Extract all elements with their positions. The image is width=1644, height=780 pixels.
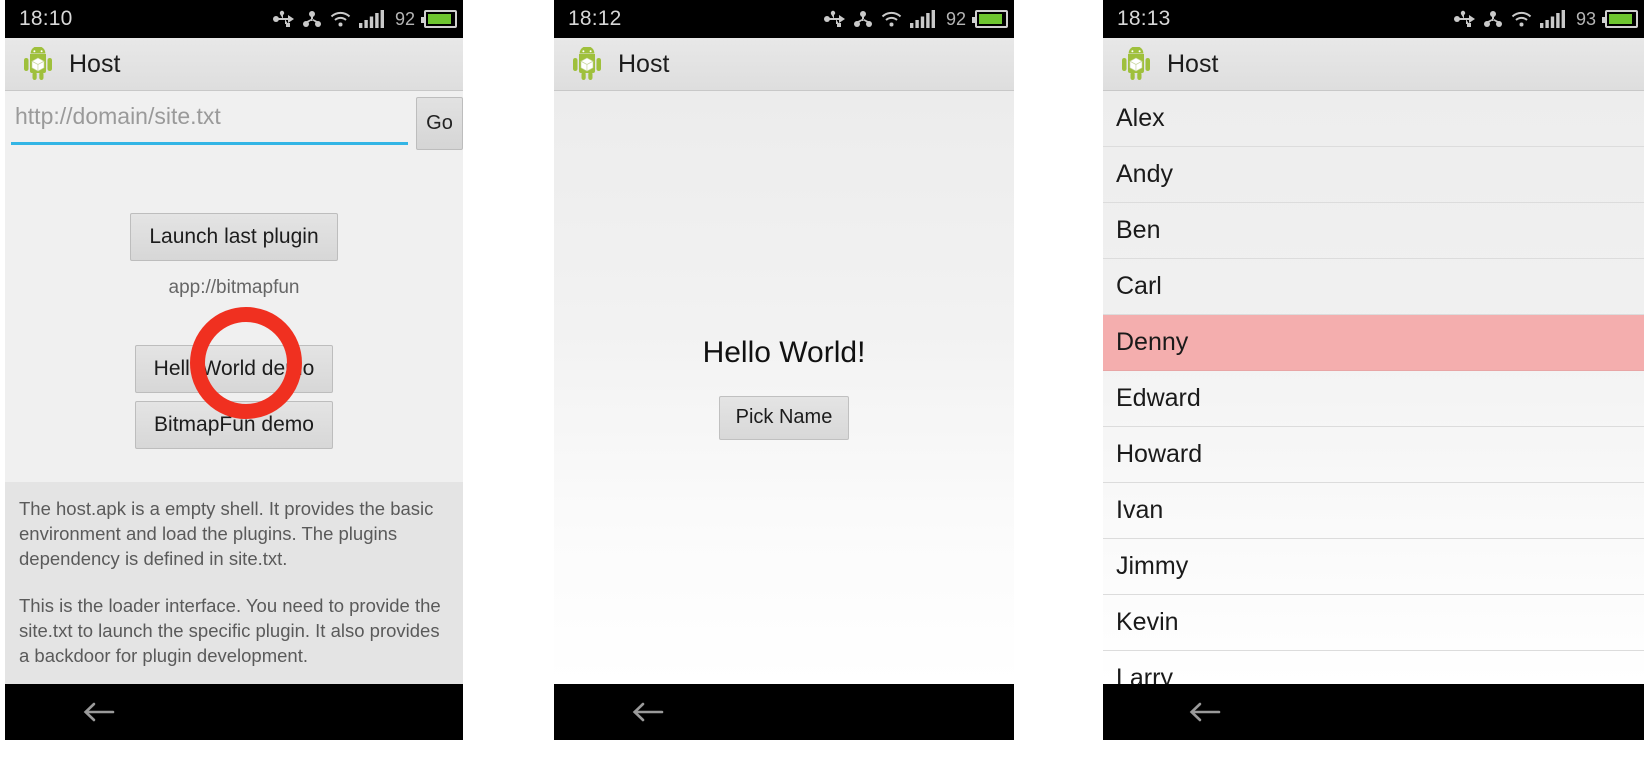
signal-icon	[358, 10, 384, 28]
wifi-icon	[330, 11, 351, 27]
usb-icon	[823, 10, 845, 27]
list-item[interactable]: Alex	[1103, 91, 1644, 147]
list-item-label: Larry	[1116, 664, 1173, 684]
list-item[interactable]: Kevin	[1103, 595, 1644, 651]
back-arrow-icon[interactable]	[628, 697, 668, 727]
helloworld-demo-button[interactable]: HelloWorld demo	[134, 345, 334, 393]
launch-last-plugin-button[interactable]: Launch last plugin	[130, 213, 338, 261]
list-item-label: Carl	[1116, 272, 1162, 300]
list-item-label: Ben	[1116, 216, 1161, 244]
app-title: Host	[69, 49, 121, 78]
battery-icon	[421, 10, 457, 28]
navigation-bar	[5, 684, 463, 740]
battery-icon	[1602, 10, 1638, 28]
list-item[interactable]: Carl	[1103, 259, 1644, 315]
pick-name-button[interactable]: Pick Name	[718, 395, 850, 440]
wifi-icon	[1511, 11, 1532, 27]
info-paragraph-2: This is the loader interface. You need t…	[19, 595, 441, 666]
name-list[interactable]: Alex Andy Ben Carl Denny Edward Howard Ivan Jimm…	[1103, 91, 1644, 684]
status-icon-group: 93	[1453, 8, 1638, 30]
list-item[interactable]: Edward	[1103, 371, 1644, 427]
list-item-label: Ivan	[1116, 496, 1164, 524]
action-bar: Host	[5, 38, 463, 91]
info-panel: The host.apk is a empty shell. It provid…	[5, 482, 463, 684]
signal-icon	[909, 10, 935, 28]
signal-icon	[1539, 10, 1565, 28]
site-url-input[interactable]	[11, 97, 408, 145]
battery-percent-label: 93	[1575, 8, 1596, 29]
debug-icon	[1483, 11, 1502, 27]
info-paragraph-1: The host.apk is a empty shell. It provid…	[19, 498, 434, 569]
list-item-label: Andy	[1116, 160, 1173, 188]
app-title: Host	[618, 49, 670, 78]
status-clock: 18:12	[568, 7, 622, 30]
status-icon-group: 92	[823, 8, 1008, 30]
bitmapfun-demo-button[interactable]: BitmapFun demo	[135, 401, 333, 449]
status-bar: 18:13 93	[1103, 0, 1644, 38]
hello-world-label: Hello World!	[702, 335, 866, 369]
navigation-bar	[1103, 684, 1644, 740]
phone-panel-name-list: 18:13 93 Host Alex Andy Ben Carl Denny E…	[1103, 0, 1644, 740]
status-icon-group: 92	[272, 8, 457, 30]
list-item[interactable]: Larry	[1103, 651, 1644, 684]
status-bar: 18:12 92	[554, 0, 1014, 38]
list-item[interactable]: Howard	[1103, 427, 1644, 483]
battery-percent-label: 92	[945, 8, 966, 29]
android-app-icon	[1122, 47, 1150, 80]
list-item-label: Alex	[1116, 104, 1165, 132]
url-row: Go	[5, 91, 463, 150]
list-item-label: Denny	[1116, 328, 1189, 356]
go-button[interactable]: Go	[416, 97, 463, 150]
screenshot-canvas: 18:10 92 Host http://domain/site.txt Go …	[0, 0, 1644, 780]
loader-body: Go Launch last plugin app://bitmapfun He…	[5, 91, 463, 684]
action-bar: Host	[1103, 38, 1644, 91]
android-app-icon	[573, 47, 601, 80]
list-item[interactable]: Ivan	[1103, 483, 1644, 539]
last-plugin-uri-label: app://bitmapfun	[168, 277, 300, 298]
list-item[interactable]: Ben	[1103, 203, 1644, 259]
status-bar: 18:10 92	[5, 0, 463, 38]
helloworld-body: Hello World! Pick Name	[554, 91, 1014, 684]
usb-icon	[272, 10, 294, 27]
battery-percent-label: 92	[394, 8, 415, 29]
back-arrow-icon[interactable]	[79, 697, 119, 727]
battery-icon	[972, 10, 1008, 28]
list-item-label: Kevin	[1116, 608, 1179, 636]
list-item[interactable]: Denny	[1103, 315, 1644, 371]
phone-panel-host-loader: 18:10 92 Host http://domain/site.txt Go …	[5, 0, 463, 740]
list-item-label: Jimmy	[1116, 552, 1189, 580]
list-item[interactable]: Andy	[1103, 147, 1644, 203]
status-clock: 18:13	[1117, 7, 1171, 30]
app-title: Host	[1167, 49, 1219, 78]
usb-icon	[1453, 10, 1475, 27]
status-clock: 18:10	[19, 7, 73, 30]
list-item-label: Edward	[1116, 384, 1201, 412]
list-item[interactable]: Jimmy	[1103, 539, 1644, 595]
navigation-bar	[554, 684, 1014, 740]
wifi-icon	[881, 11, 902, 27]
phone-panel-helloworld-plugin: 18:12 92 Host Hello World! Pick Name	[554, 0, 1014, 740]
android-app-icon	[24, 47, 52, 80]
debug-icon	[853, 11, 872, 27]
plugin-button-column: Launch last plugin app://bitmapfun Hello…	[5, 150, 463, 482]
action-bar: Host	[554, 38, 1014, 91]
list-item-label: Howard	[1116, 440, 1203, 468]
debug-icon	[302, 11, 321, 27]
back-arrow-icon[interactable]	[1185, 697, 1225, 727]
